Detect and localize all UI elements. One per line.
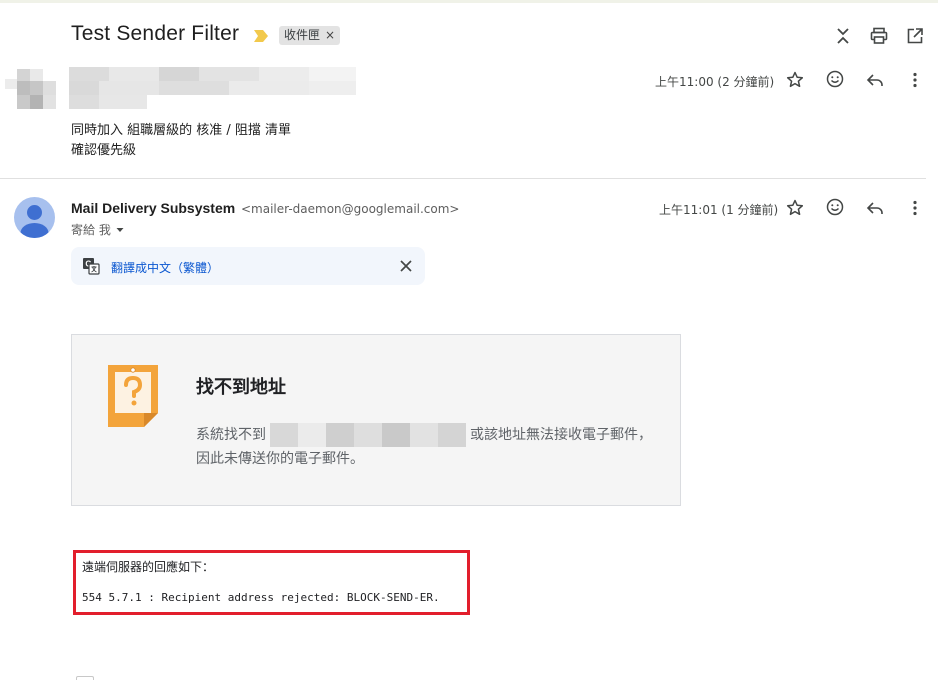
recipients-dropdown[interactable]: 寄給 我 xyxy=(71,221,125,238)
message1-timestamp: 上午11:00 (2 分鐘前) xyxy=(655,75,775,89)
message-divider xyxy=(0,178,926,179)
server-response-code: 554 5.7.1 : Recipient address rejected: … xyxy=(82,591,440,604)
label-chip-text: 收件匣 xyxy=(284,28,321,42)
person-avatar-icon xyxy=(20,205,49,238)
dropdown-arrow-icon xyxy=(116,227,124,232)
importance-marker-icon[interactable] xyxy=(253,29,269,43)
message1-snippet-line1: 同時加入 組職層級的 核准 / 阻擋 清單 xyxy=(71,123,292,138)
sender-name-redacted xyxy=(69,67,356,109)
sender-avatar-redacted xyxy=(5,69,56,109)
server-response-heading: 遠端伺服器的回應如下： xyxy=(82,560,215,574)
message2-timestamp: 上午11:01 (1 分鐘前) xyxy=(659,203,779,217)
print-icon[interactable] xyxy=(869,26,889,46)
translate-link[interactable]: 翻譯成中文（繁體） xyxy=(111,259,219,276)
bounce-title: 找不到地址 xyxy=(196,377,286,398)
label-chip-remove-button[interactable]: × xyxy=(325,26,335,45)
thread-subject: Test Sender Filter xyxy=(71,22,240,45)
bounce-message-prefix: 系統找不到 xyxy=(196,427,266,443)
reply-icon[interactable] xyxy=(865,70,885,90)
message1-snippet-line2: 確認優先級 xyxy=(71,143,137,158)
bounce-notice-card: 找不到地址 系統找不到 或該地址無法接收電子郵件，因此未傳送你的電子郵件。 xyxy=(71,334,681,506)
more-vert-icon[interactable] xyxy=(905,198,925,218)
recipients-label: 寄給 我 xyxy=(71,223,111,237)
sender-name[interactable]: Mail Delivery Subsystem xyxy=(71,200,235,216)
translate-icon: G xyxy=(83,258,100,275)
expand-collapse-icon[interactable] xyxy=(833,26,853,46)
server-response-highlight: 遠端伺服器的回應如下： 554 5.7.1 : Recipient addres… xyxy=(73,550,470,615)
question-note-icon xyxy=(108,365,158,427)
sender-email: <mailer-daemon@googlemail.com> xyxy=(241,202,460,216)
emoji-reaction-icon[interactable] xyxy=(825,69,845,89)
star-icon[interactable] xyxy=(785,70,805,90)
top-edge-line xyxy=(0,0,938,3)
star-icon[interactable] xyxy=(785,198,805,218)
reply-icon[interactable] xyxy=(865,198,885,218)
more-vert-icon[interactable] xyxy=(905,70,925,90)
close-icon[interactable] xyxy=(398,258,414,274)
emoji-reaction-icon[interactable] xyxy=(825,197,845,217)
avatar[interactable] xyxy=(14,197,55,238)
open-in-new-window-icon[interactable] xyxy=(905,26,925,46)
attachment-icon xyxy=(76,676,94,680)
translate-bar: G 翻譯成中文（繁體） xyxy=(71,247,425,285)
bounce-message: 系統找不到 或該地址無法接收電子郵件，因此未傳送你的電子郵件。 xyxy=(196,423,660,471)
label-chip-inbox: 收件匣 × xyxy=(279,26,341,45)
recipient-address-redacted xyxy=(270,423,466,447)
